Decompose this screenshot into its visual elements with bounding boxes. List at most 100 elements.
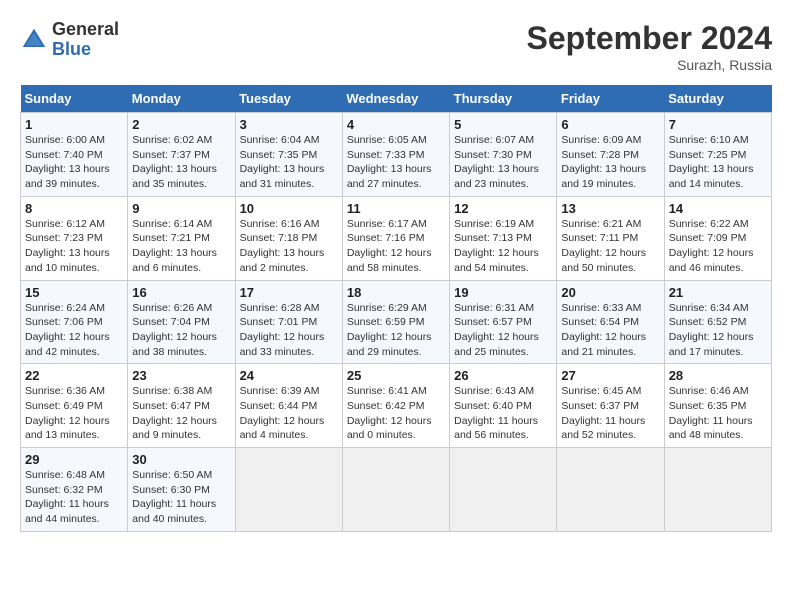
calendar-cell: 1 Sunrise: 6:00 AM Sunset: 7:40 PM Dayli… — [21, 113, 128, 197]
calendar-cell: 3 Sunrise: 6:04 AM Sunset: 7:35 PM Dayli… — [235, 113, 342, 197]
day-info: Sunrise: 6:05 AM Sunset: 7:33 PM Dayligh… — [347, 133, 445, 192]
calendar-cell: 6 Sunrise: 6:09 AM Sunset: 7:28 PM Dayli… — [557, 113, 664, 197]
col-wednesday: Wednesday — [342, 85, 449, 113]
day-info: Sunrise: 6:04 AM Sunset: 7:35 PM Dayligh… — [240, 133, 338, 192]
day-info: Sunrise: 6:38 AM Sunset: 6:47 PM Dayligh… — [132, 384, 230, 443]
calendar-cell: 15 Sunrise: 6:24 AM Sunset: 7:06 PM Dayl… — [21, 280, 128, 364]
calendar-cell — [235, 448, 342, 532]
day-number: 25 — [347, 368, 445, 383]
calendar-cell: 8 Sunrise: 6:12 AM Sunset: 7:23 PM Dayli… — [21, 196, 128, 280]
day-number: 24 — [240, 368, 338, 383]
day-number: 7 — [669, 117, 767, 132]
day-number: 15 — [25, 285, 123, 300]
calendar-row: 22 Sunrise: 6:36 AM Sunset: 6:49 PM Dayl… — [21, 364, 772, 448]
calendar-cell: 24 Sunrise: 6:39 AM Sunset: 6:44 PM Dayl… — [235, 364, 342, 448]
day-number: 30 — [132, 452, 230, 467]
calendar-cell: 22 Sunrise: 6:36 AM Sunset: 6:49 PM Dayl… — [21, 364, 128, 448]
calendar-cell: 25 Sunrise: 6:41 AM Sunset: 6:42 PM Dayl… — [342, 364, 449, 448]
col-friday: Friday — [557, 85, 664, 113]
month-title: September 2024 — [527, 20, 772, 57]
calendar-cell: 29 Sunrise: 6:48 AM Sunset: 6:32 PM Dayl… — [21, 448, 128, 532]
calendar-cell: 4 Sunrise: 6:05 AM Sunset: 7:33 PM Dayli… — [342, 113, 449, 197]
calendar-cell: 21 Sunrise: 6:34 AM Sunset: 6:52 PM Dayl… — [664, 280, 771, 364]
calendar-cell: 28 Sunrise: 6:46 AM Sunset: 6:35 PM Dayl… — [664, 364, 771, 448]
day-info: Sunrise: 6:00 AM Sunset: 7:40 PM Dayligh… — [25, 133, 123, 192]
day-info: Sunrise: 6:48 AM Sunset: 6:32 PM Dayligh… — [25, 468, 123, 527]
calendar-cell: 13 Sunrise: 6:21 AM Sunset: 7:11 PM Dayl… — [557, 196, 664, 280]
calendar-cell: 11 Sunrise: 6:17 AM Sunset: 7:16 PM Dayl… — [342, 196, 449, 280]
day-info: Sunrise: 6:46 AM Sunset: 6:35 PM Dayligh… — [669, 384, 767, 443]
calendar-cell: 20 Sunrise: 6:33 AM Sunset: 6:54 PM Dayl… — [557, 280, 664, 364]
day-number: 26 — [454, 368, 552, 383]
day-info: Sunrise: 6:45 AM Sunset: 6:37 PM Dayligh… — [561, 384, 659, 443]
day-number: 3 — [240, 117, 338, 132]
day-number: 27 — [561, 368, 659, 383]
day-info: Sunrise: 6:33 AM Sunset: 6:54 PM Dayligh… — [561, 301, 659, 360]
day-info: Sunrise: 6:12 AM Sunset: 7:23 PM Dayligh… — [25, 217, 123, 276]
day-info: Sunrise: 6:36 AM Sunset: 6:49 PM Dayligh… — [25, 384, 123, 443]
day-info: Sunrise: 6:22 AM Sunset: 7:09 PM Dayligh… — [669, 217, 767, 276]
day-number: 5 — [454, 117, 552, 132]
day-info: Sunrise: 6:41 AM Sunset: 6:42 PM Dayligh… — [347, 384, 445, 443]
day-info: Sunrise: 6:31 AM Sunset: 6:57 PM Dayligh… — [454, 301, 552, 360]
day-info: Sunrise: 6:26 AM Sunset: 7:04 PM Dayligh… — [132, 301, 230, 360]
day-info: Sunrise: 6:14 AM Sunset: 7:21 PM Dayligh… — [132, 217, 230, 276]
day-info: Sunrise: 6:16 AM Sunset: 7:18 PM Dayligh… — [240, 217, 338, 276]
logo: General Blue — [20, 20, 119, 60]
day-number: 23 — [132, 368, 230, 383]
day-info: Sunrise: 6:07 AM Sunset: 7:30 PM Dayligh… — [454, 133, 552, 192]
col-sunday: Sunday — [21, 85, 128, 113]
day-number: 19 — [454, 285, 552, 300]
day-number: 4 — [347, 117, 445, 132]
day-number: 12 — [454, 201, 552, 216]
day-info: Sunrise: 6:29 AM Sunset: 6:59 PM Dayligh… — [347, 301, 445, 360]
day-number: 20 — [561, 285, 659, 300]
day-info: Sunrise: 6:10 AM Sunset: 7:25 PM Dayligh… — [669, 133, 767, 192]
calendar-cell: 5 Sunrise: 6:07 AM Sunset: 7:30 PM Dayli… — [450, 113, 557, 197]
day-info: Sunrise: 6:43 AM Sunset: 6:40 PM Dayligh… — [454, 384, 552, 443]
calendar-row: 8 Sunrise: 6:12 AM Sunset: 7:23 PM Dayli… — [21, 196, 772, 280]
day-info: Sunrise: 6:19 AM Sunset: 7:13 PM Dayligh… — [454, 217, 552, 276]
day-number: 13 — [561, 201, 659, 216]
calendar-cell: 17 Sunrise: 6:28 AM Sunset: 7:01 PM Dayl… — [235, 280, 342, 364]
day-number: 21 — [669, 285, 767, 300]
logo-icon — [20, 26, 48, 54]
day-number: 1 — [25, 117, 123, 132]
calendar-cell: 30 Sunrise: 6:50 AM Sunset: 6:30 PM Dayl… — [128, 448, 235, 532]
day-number: 28 — [669, 368, 767, 383]
logo-blue-text: Blue — [52, 40, 119, 60]
subtitle: Surazh, Russia — [527, 57, 772, 73]
calendar-cell: 27 Sunrise: 6:45 AM Sunset: 6:37 PM Dayl… — [557, 364, 664, 448]
day-number: 10 — [240, 201, 338, 216]
day-number: 29 — [25, 452, 123, 467]
calendar-cell: 14 Sunrise: 6:22 AM Sunset: 7:09 PM Dayl… — [664, 196, 771, 280]
calendar-cell: 7 Sunrise: 6:10 AM Sunset: 7:25 PM Dayli… — [664, 113, 771, 197]
calendar-cell: 10 Sunrise: 6:16 AM Sunset: 7:18 PM Dayl… — [235, 196, 342, 280]
logo-general-text: General — [52, 20, 119, 40]
page: General Blue September 2024 Surazh, Russ… — [0, 0, 792, 542]
calendar-cell: 16 Sunrise: 6:26 AM Sunset: 7:04 PM Dayl… — [128, 280, 235, 364]
day-number: 11 — [347, 201, 445, 216]
calendar-header: Sunday Monday Tuesday Wednesday Thursday… — [21, 85, 772, 113]
day-info: Sunrise: 6:09 AM Sunset: 7:28 PM Dayligh… — [561, 133, 659, 192]
calendar-cell: 26 Sunrise: 6:43 AM Sunset: 6:40 PM Dayl… — [450, 364, 557, 448]
calendar-cell: 23 Sunrise: 6:38 AM Sunset: 6:47 PM Dayl… — [128, 364, 235, 448]
calendar-cell: 9 Sunrise: 6:14 AM Sunset: 7:21 PM Dayli… — [128, 196, 235, 280]
col-tuesday: Tuesday — [235, 85, 342, 113]
col-thursday: Thursday — [450, 85, 557, 113]
calendar-cell: 19 Sunrise: 6:31 AM Sunset: 6:57 PM Dayl… — [450, 280, 557, 364]
day-number: 16 — [132, 285, 230, 300]
logo-text: General Blue — [52, 20, 119, 60]
calendar-cell: 18 Sunrise: 6:29 AM Sunset: 6:59 PM Dayl… — [342, 280, 449, 364]
day-info: Sunrise: 6:34 AM Sunset: 6:52 PM Dayligh… — [669, 301, 767, 360]
calendar-row: 15 Sunrise: 6:24 AM Sunset: 7:06 PM Dayl… — [21, 280, 772, 364]
calendar-cell — [664, 448, 771, 532]
calendar-cell — [557, 448, 664, 532]
day-number: 14 — [669, 201, 767, 216]
calendar-cell — [450, 448, 557, 532]
day-number: 9 — [132, 201, 230, 216]
day-info: Sunrise: 6:50 AM Sunset: 6:30 PM Dayligh… — [132, 468, 230, 527]
day-info: Sunrise: 6:21 AM Sunset: 7:11 PM Dayligh… — [561, 217, 659, 276]
calendar-table: Sunday Monday Tuesday Wednesday Thursday… — [20, 85, 772, 532]
day-info: Sunrise: 6:39 AM Sunset: 6:44 PM Dayligh… — [240, 384, 338, 443]
